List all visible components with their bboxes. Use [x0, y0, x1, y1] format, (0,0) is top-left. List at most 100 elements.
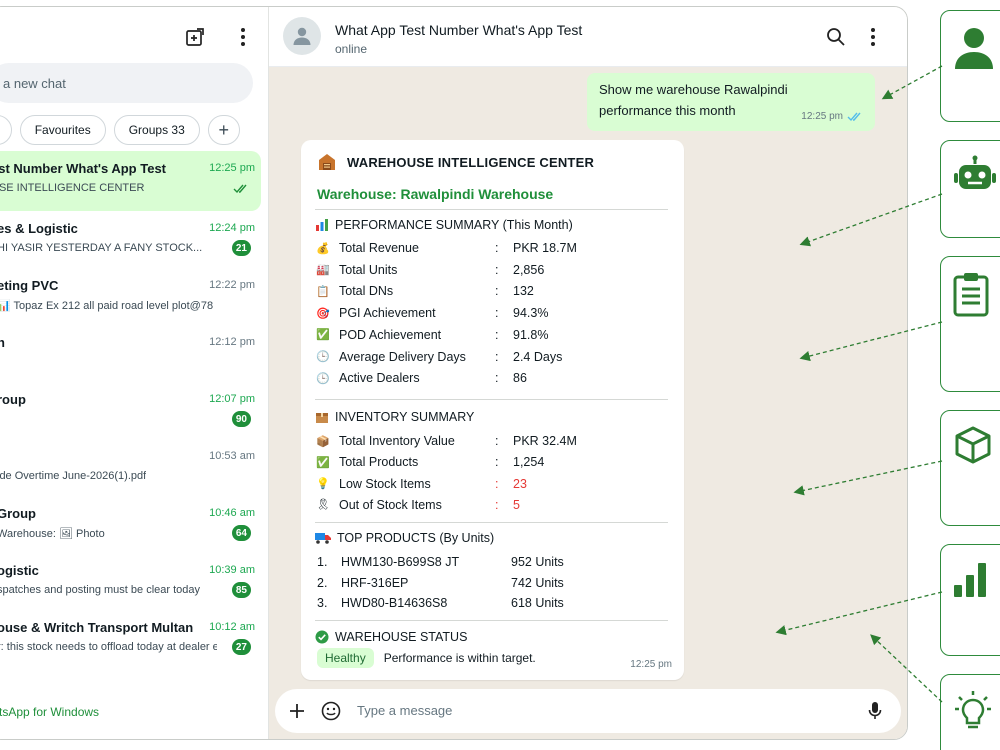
separator: : [495, 306, 499, 321]
read-ticks-icon [847, 112, 861, 121]
row-icon: 🕒 [316, 372, 330, 385]
chat-preview: HI YASIR YESTERDAY A FANY STOCK... [0, 242, 203, 254]
chat-name: ouse & Writch Transport Multan [0, 620, 194, 635]
divider [315, 399, 668, 400]
metric-label: Total Inventory Value [339, 434, 455, 448]
card-title-text: WAREHOUSE INTELLIGENCE CENTER [347, 154, 595, 170]
chat-list-item[interactable]: n 12:12 pm [0, 325, 261, 382]
performance-row: 🕒 Average Delivery Days:2.4 Days [315, 347, 675, 367]
separator: : [495, 262, 499, 277]
feature-card-chart [940, 544, 1000, 656]
filter-chip-groups[interactable]: Groups 33 [113, 115, 200, 145]
whatsapp-window: a new chat 9 Favourites Groups 33 + est … [0, 6, 908, 740]
add-filter-button[interactable]: + [207, 115, 240, 145]
separator: : [495, 241, 499, 255]
robot-icon [954, 155, 996, 189]
emoji-icon[interactable] [317, 697, 345, 725]
status-text: Performance is within target. [383, 651, 536, 665]
filter-chip-favourites[interactable]: Favourites [19, 115, 106, 145]
separator: : [495, 371, 499, 386]
search-icon[interactable] [822, 23, 850, 51]
feature-card-idea [940, 674, 1000, 750]
message-line: Show me warehouse Rawalpindi [599, 82, 788, 97]
inventory-row: 💡 Low Stock Items:23 [315, 474, 675, 494]
chat-list-item[interactable]: ouse & Writch Transport Multan 10:12 am r:… [0, 610, 261, 667]
truck-icon [315, 533, 331, 544]
sidebar-header [0, 7, 268, 65]
microphone-icon[interactable] [861, 697, 889, 725]
chat-list-item[interactable]: roup 12:07 pm 90 [0, 382, 261, 439]
avatar[interactable] [283, 17, 321, 55]
product-rank: 3. [317, 596, 328, 610]
divider [315, 209, 668, 210]
top-products-title: TOP PRODUCTS (By Units) [315, 531, 494, 545]
box-icon [316, 413, 328, 423]
chat-status: online [335, 42, 368, 56]
unread-badge: 90 [231, 411, 251, 427]
status-badge: Healthy [317, 648, 374, 668]
section-title-text: WAREHOUSE STATUS [335, 630, 468, 644]
performance-row: 💰 Total Revenue: PKR 18.7M [315, 238, 675, 258]
product-units: 952 Units [511, 555, 564, 569]
metric-label: POD Achievement [339, 327, 442, 342]
section-title-text: TOP PRODUCTS (By Units) [337, 531, 495, 545]
chat-preview: ide Overtime June-2026(1).pdf [0, 470, 147, 482]
metric-label: Average Delivery Days [339, 349, 466, 364]
chat-list-item[interactable]: ogistic 10:39 am spatches and posting must… [0, 553, 261, 610]
attach-plus-icon[interactable] [283, 697, 311, 725]
menu-dots-icon[interactable] [229, 23, 257, 51]
chat-header: What App Test Number What's App Test onl… [269, 7, 907, 67]
performance-row: ✅ POD Achievement:91.8% [315, 325, 675, 345]
inventory-row: 📦 Total Inventory Value: PKR 32.4M [315, 431, 675, 451]
chat-list-item[interactable]: 10:53 am ide Overtime June-2026(1).pdf [0, 439, 261, 496]
row-icon: ✅ [316, 456, 330, 469]
product-name: HWM130-B699S8 JT [341, 555, 460, 569]
feature-card-user [940, 10, 1000, 122]
chat-filters: 9 Favourites Groups 33 + [0, 115, 240, 145]
chat-preview: r: this stock needs to offload today at … [0, 641, 217, 653]
new-chat-icon[interactable] [181, 23, 209, 51]
metric-label: Active Dealers [339, 371, 420, 386]
performance-row: 📋 Total DNs:132 [315, 281, 675, 301]
check-circle-icon [315, 630, 329, 644]
chat-title: What App Test Number What's App Test [335, 22, 583, 38]
inventory-title: INVENTORY SUMMARY [315, 410, 474, 424]
metric-label: Total Products [339, 455, 419, 470]
chat-list-item[interactable]: es & Logistic 12:24 pm HI YASIR YESTERDAY … [0, 211, 261, 268]
performance-row: 🏭 Total Units:2,856 [315, 260, 675, 280]
row-icon: 📋 [316, 285, 330, 298]
row-icon: 💡 [316, 478, 330, 491]
product-units: 618 Units [511, 596, 564, 610]
feature-card-bot [940, 140, 1000, 238]
metric-label: Total Units [339, 262, 398, 277]
metric-value: 23 [513, 476, 527, 491]
message-input[interactable]: Type a message [357, 703, 452, 718]
get-whatsapp-link[interactable]: tsApp for Windows [0, 705, 99, 719]
row-icon: 📦 [316, 435, 330, 448]
product-name: HWD80-B14636S8 [341, 596, 448, 610]
status-line: Healthy Performance is within target. [317, 648, 536, 668]
row-icon: 🏭 [316, 264, 330, 277]
chat-time: 12:12 pm [209, 336, 255, 348]
top-product-row: 2. HRF-316EP 742 Units [317, 573, 677, 593]
card-title: WAREHOUSE INTELLIGENCE CENTER [317, 152, 594, 172]
feature-card-box [940, 410, 1000, 526]
cube-icon [955, 426, 991, 464]
user-icon [955, 28, 993, 69]
chat-list-item[interactable]: est Number What's App Test 12:25 pm USE IN… [0, 151, 261, 211]
filter-chip-unread[interactable]: 9 [0, 115, 12, 145]
metric-label: Total DNs [339, 284, 394, 299]
metric-value: 94.3% [513, 306, 549, 321]
unread-badge: 21 [231, 240, 251, 256]
chat-list-item[interactable]: eting PVC 12:22 pm 📊 Topaz Ex 212 all paid… [0, 268, 261, 325]
chat-pane: What App Test Number What's App Test onl… [269, 7, 907, 739]
search-input[interactable]: a new chat [0, 63, 253, 103]
message-time: 12:25 pm [630, 659, 672, 670]
metric-value: 2.4 Days [513, 349, 563, 364]
metric-value: 91.8% [513, 327, 549, 342]
menu-dots-icon[interactable] [859, 23, 887, 51]
row-icon: 🎗 [316, 499, 330, 512]
row-icon: 🎯 [316, 307, 330, 320]
chat-list-item[interactable]: Group 10:46 am Warehouse: 🖼 Photo 64 [0, 496, 261, 553]
chat-time: 12:25 pm [209, 162, 255, 174]
